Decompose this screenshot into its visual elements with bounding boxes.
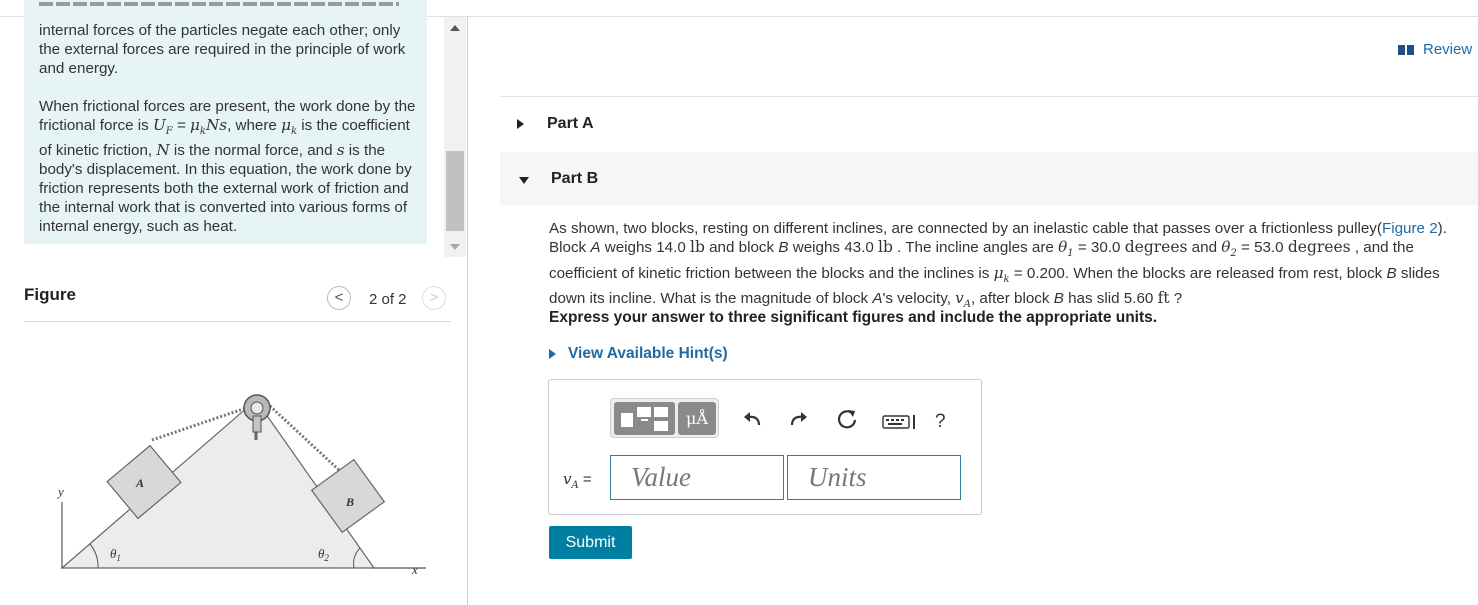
left-pane: internal forces of the particles negate …	[0, 0, 468, 605]
expanded-arrow-icon	[519, 177, 529, 184]
review-label[interactable]: Review	[1423, 41, 1472, 58]
submit-button[interactable]: Submit	[549, 526, 632, 559]
keyboard-icon[interactable]	[882, 414, 918, 430]
figure-2-link[interactable]: Figure 2	[1382, 220, 1438, 237]
part-a-label[interactable]: Part A	[547, 115, 594, 133]
book-icon	[1398, 45, 1415, 55]
intro-paragraph-2: When frictional forces are present, the …	[39, 98, 416, 236]
answer-instructions: Express your answer to three significant…	[549, 309, 1158, 326]
problem-statement: As shown, two blocks, resting on differe…	[549, 220, 1447, 310]
hints-label[interactable]: View Available Hint(s)	[568, 345, 728, 363]
templates-icon[interactable]	[614, 402, 675, 435]
help-icon[interactable]: ?	[935, 411, 946, 433]
figure-title: Figure	[24, 285, 76, 304]
intro-text: internal forces of the particles negate …	[39, 21, 419, 244]
header-divider	[500, 96, 1478, 97]
pulley-bracket	[252, 415, 262, 433]
hint-arrow-icon	[549, 349, 556, 359]
reset-icon[interactable]	[836, 408, 858, 430]
next-figure-button[interactable]: >	[422, 286, 446, 310]
uf-symbol: UF	[152, 116, 173, 138]
part-b-header[interactable]: Part B	[500, 152, 1478, 205]
figure-pager-text: 2 of 2	[369, 291, 407, 308]
intro-paragraph-1: internal forces of the particles negate …	[39, 22, 406, 77]
redo-icon[interactable]	[789, 410, 809, 428]
scroll-thumb[interactable]	[446, 151, 464, 231]
pane-divider[interactable]	[467, 17, 468, 605]
units-input[interactable]	[787, 455, 961, 500]
value-input[interactable]	[610, 455, 784, 500]
scroll-down-arrow-icon[interactable]	[450, 244, 460, 250]
block-a-label: A	[135, 476, 144, 490]
units-icon[interactable]: μÅ	[678, 402, 716, 435]
pulley-hub	[250, 401, 264, 415]
answer-box: μÅ ? vA =	[548, 379, 982, 515]
part-a-header[interactable]: Part A	[500, 104, 1478, 148]
answer-variable-label: vA =	[563, 470, 592, 491]
y-axis-label: y	[56, 484, 64, 499]
previous-figure-button[interactable]: <	[327, 286, 351, 310]
block-b-label: B	[345, 495, 354, 509]
scroll-up-arrow-icon[interactable]	[450, 25, 460, 31]
figure-header: Figure < 2 of 2 >	[24, 280, 451, 322]
intro-panel: internal forces of the particles negate …	[24, 0, 427, 244]
part-b-label[interactable]: Part B	[551, 170, 598, 188]
math-toolbar-group: μÅ	[610, 398, 719, 438]
undo-icon[interactable]	[742, 410, 762, 428]
inclined-blocks-figure: A B θ1 θ2 x y	[56, 394, 426, 577]
mu-k-symbol: μk	[190, 116, 206, 138]
clipped-text-line	[39, 2, 399, 6]
intro-scrollbar[interactable]	[444, 17, 466, 257]
collapsed-arrow-icon	[517, 119, 524, 129]
x-axis-label: x	[411, 562, 418, 577]
